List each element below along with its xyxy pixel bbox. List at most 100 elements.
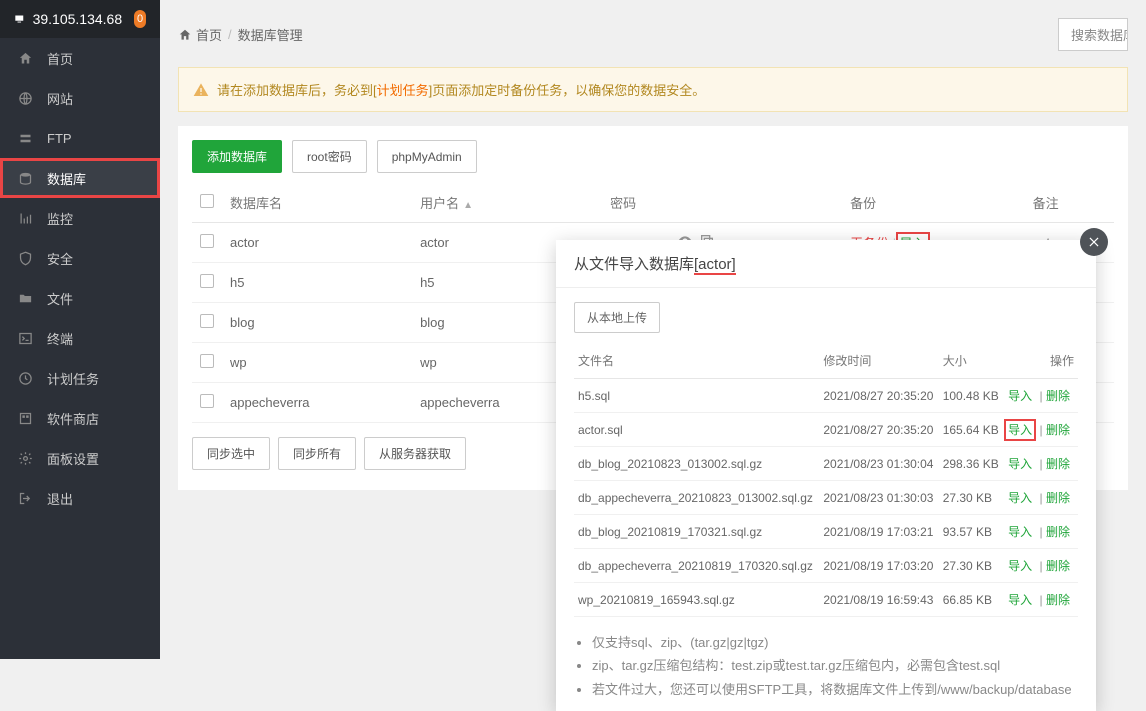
table-row: actor.sql2021/08/27 20:35:20165.64 KB导入 … [574,413,1078,447]
globe-icon [18,91,33,106]
delete-link[interactable]: 删除 [1046,525,1070,539]
file-mtime: 2021/08/27 20:35:20 [819,379,938,413]
sidebar-header: 39.105.134.68 0 [0,0,160,38]
breadcrumb-home[interactable]: 首页 [196,25,222,44]
sidebar: 39.105.134.68 0 首页 网站 FTP 数据库 监控 安全 文件 终… [0,0,160,659]
import-link[interactable]: 导入 [1008,559,1032,573]
notification-badge[interactable]: 0 [134,10,146,28]
delete-link[interactable]: 删除 [1046,491,1070,505]
row-checkbox[interactable] [200,394,214,408]
logout-icon [18,491,33,506]
alert-text-pre: 请在添加数据库后，务必到[ [217,80,377,99]
dialog-title: 从文件导入数据库[actor] [556,240,1096,288]
col-user[interactable]: 用户名▲ [412,183,602,223]
sidebar-item-label: 终端 [47,329,73,348]
sidebar-item-terminal[interactable]: 终端 [0,318,160,358]
delete-link[interactable]: 删除 [1046,389,1070,403]
sidebar-item-database[interactable]: 数据库 [0,158,160,198]
ftp-icon [18,131,33,146]
file-size: 27.30 KB [939,481,1004,515]
import-link[interactable]: 导入 [1008,423,1032,437]
sidebar-item-label: 软件商店 [47,409,99,428]
sidebar-item-monitor[interactable]: 监控 [0,198,160,238]
delete-link[interactable]: 删除 [1046,457,1070,471]
table-row: h5.sql2021/08/27 20:35:20100.48 KB导入 | 删… [574,379,1078,413]
col-pwd: 密码 [602,183,842,223]
server-ip: 39.105.134.68 [33,11,123,27]
delete-link[interactable]: 删除 [1046,423,1070,437]
sidebar-item-label: 退出 [47,489,73,508]
tip-item: 仅支持sql、zip、(tar.gz|gz|tgz) [592,631,1078,654]
row-checkbox[interactable] [200,234,214,248]
phpmyadmin-button[interactable]: phpMyAdmin [377,140,477,173]
file-size: 165.64 KB [939,413,1004,447]
search-input[interactable]: 搜索数据库 [1058,18,1128,51]
file-size: 66.85 KB [939,583,1004,617]
file-name: db_blog_20210819_170321.sql.gz [574,515,819,549]
terminal-icon [18,331,33,346]
tip-item: zip、tar.gz压缩包结构：test.zip或test.tar.gz压缩包内… [592,654,1078,677]
col-name[interactable]: 数据库名 [222,183,412,223]
col-mtime: 修改时间 [819,343,938,379]
file-mtime: 2021/08/27 20:35:20 [819,413,938,447]
delete-link[interactable]: 删除 [1046,559,1070,573]
sidebar-item-cron[interactable]: 计划任务 [0,358,160,398]
db-name: wp [222,343,412,383]
breadcrumb: 首页 / 数据库管理 [178,25,303,44]
root-password-button[interactable]: root密码 [292,140,367,173]
fetch-server-button[interactable]: 从服务器获取 [364,437,466,470]
sidebar-item-store[interactable]: 软件商店 [0,398,160,438]
sidebar-item-ftp[interactable]: FTP [0,118,160,158]
file-mtime: 2021/08/19 16:59:43 [819,583,938,617]
tips-list: 仅支持sql、zip、(tar.gz|gz|tgz)zip、tar.gz压缩包结… [574,631,1078,701]
alert-text-post: ]页面添加定时备份任务，以确保您的数据安全。 [429,80,706,99]
file-mtime: 2021/08/23 01:30:03 [819,481,938,515]
row-checkbox[interactable] [200,354,214,368]
sidebar-item-label: 网站 [47,89,73,108]
file-size: 27.30 KB [939,549,1004,583]
row-checkbox[interactable] [200,274,214,288]
sidebar-item-label: 安全 [47,249,73,268]
sidebar-item-security[interactable]: 安全 [0,238,160,278]
close-button[interactable] [1080,228,1108,256]
import-link[interactable]: 导入 [1008,457,1032,471]
warning-icon [193,82,209,98]
import-link[interactable]: 导入 [1008,593,1032,607]
row-checkbox[interactable] [200,314,214,328]
sync-selected-button[interactable]: 同步选中 [192,437,270,470]
sidebar-item-label: 首页 [47,49,73,68]
file-name: wp_20210819_165943.sql.gz [574,583,819,617]
col-size: 大小 [939,343,1004,379]
upload-button[interactable]: 从本地上传 [574,302,660,333]
delete-link[interactable]: 删除 [1046,593,1070,607]
sync-all-button[interactable]: 同步所有 [278,437,356,470]
import-link[interactable]: 导入 [1008,389,1032,403]
table-row: wp_20210819_165943.sql.gz2021/08/19 16:5… [574,583,1078,617]
chart-icon [18,211,33,226]
add-database-button[interactable]: 添加数据库 [192,140,282,173]
file-mtime: 2021/08/19 17:03:20 [819,549,938,583]
sidebar-item-files[interactable]: 文件 [0,278,160,318]
tip-item: 若文件过大，您还可以使用SFTP工具，将数据库文件上传到/www/backup/… [592,678,1078,701]
sidebar-item-home[interactable]: 首页 [0,38,160,78]
col-note: 备注 [1025,183,1114,223]
sidebar-item-settings[interactable]: 面板设置 [0,438,160,478]
sidebar-item-site[interactable]: 网站 [0,78,160,118]
import-link[interactable]: 导入 [1008,525,1032,539]
file-size: 298.36 KB [939,447,1004,481]
alert-link[interactable]: 计划任务 [377,80,429,99]
breadcrumb-current: 数据库管理 [238,25,303,44]
sidebar-item-label: 文件 [47,289,73,308]
home-icon [18,51,33,66]
file-name: actor.sql [574,413,819,447]
sort-icon: ▲ [463,200,473,211]
file-size: 93.57 KB [939,515,1004,549]
sidebar-item-label: 计划任务 [47,369,99,388]
sidebar-item-label: 监控 [47,209,73,228]
import-link[interactable]: 导入 [1008,491,1032,505]
table-row: db_blog_20210823_013002.sql.gz2021/08/23… [574,447,1078,481]
select-all-checkbox[interactable] [200,194,214,208]
file-name: db_appecheverra_20210819_170320.sql.gz [574,549,819,583]
sidebar-item-logout[interactable]: 退出 [0,478,160,518]
db-name: blog [222,303,412,343]
